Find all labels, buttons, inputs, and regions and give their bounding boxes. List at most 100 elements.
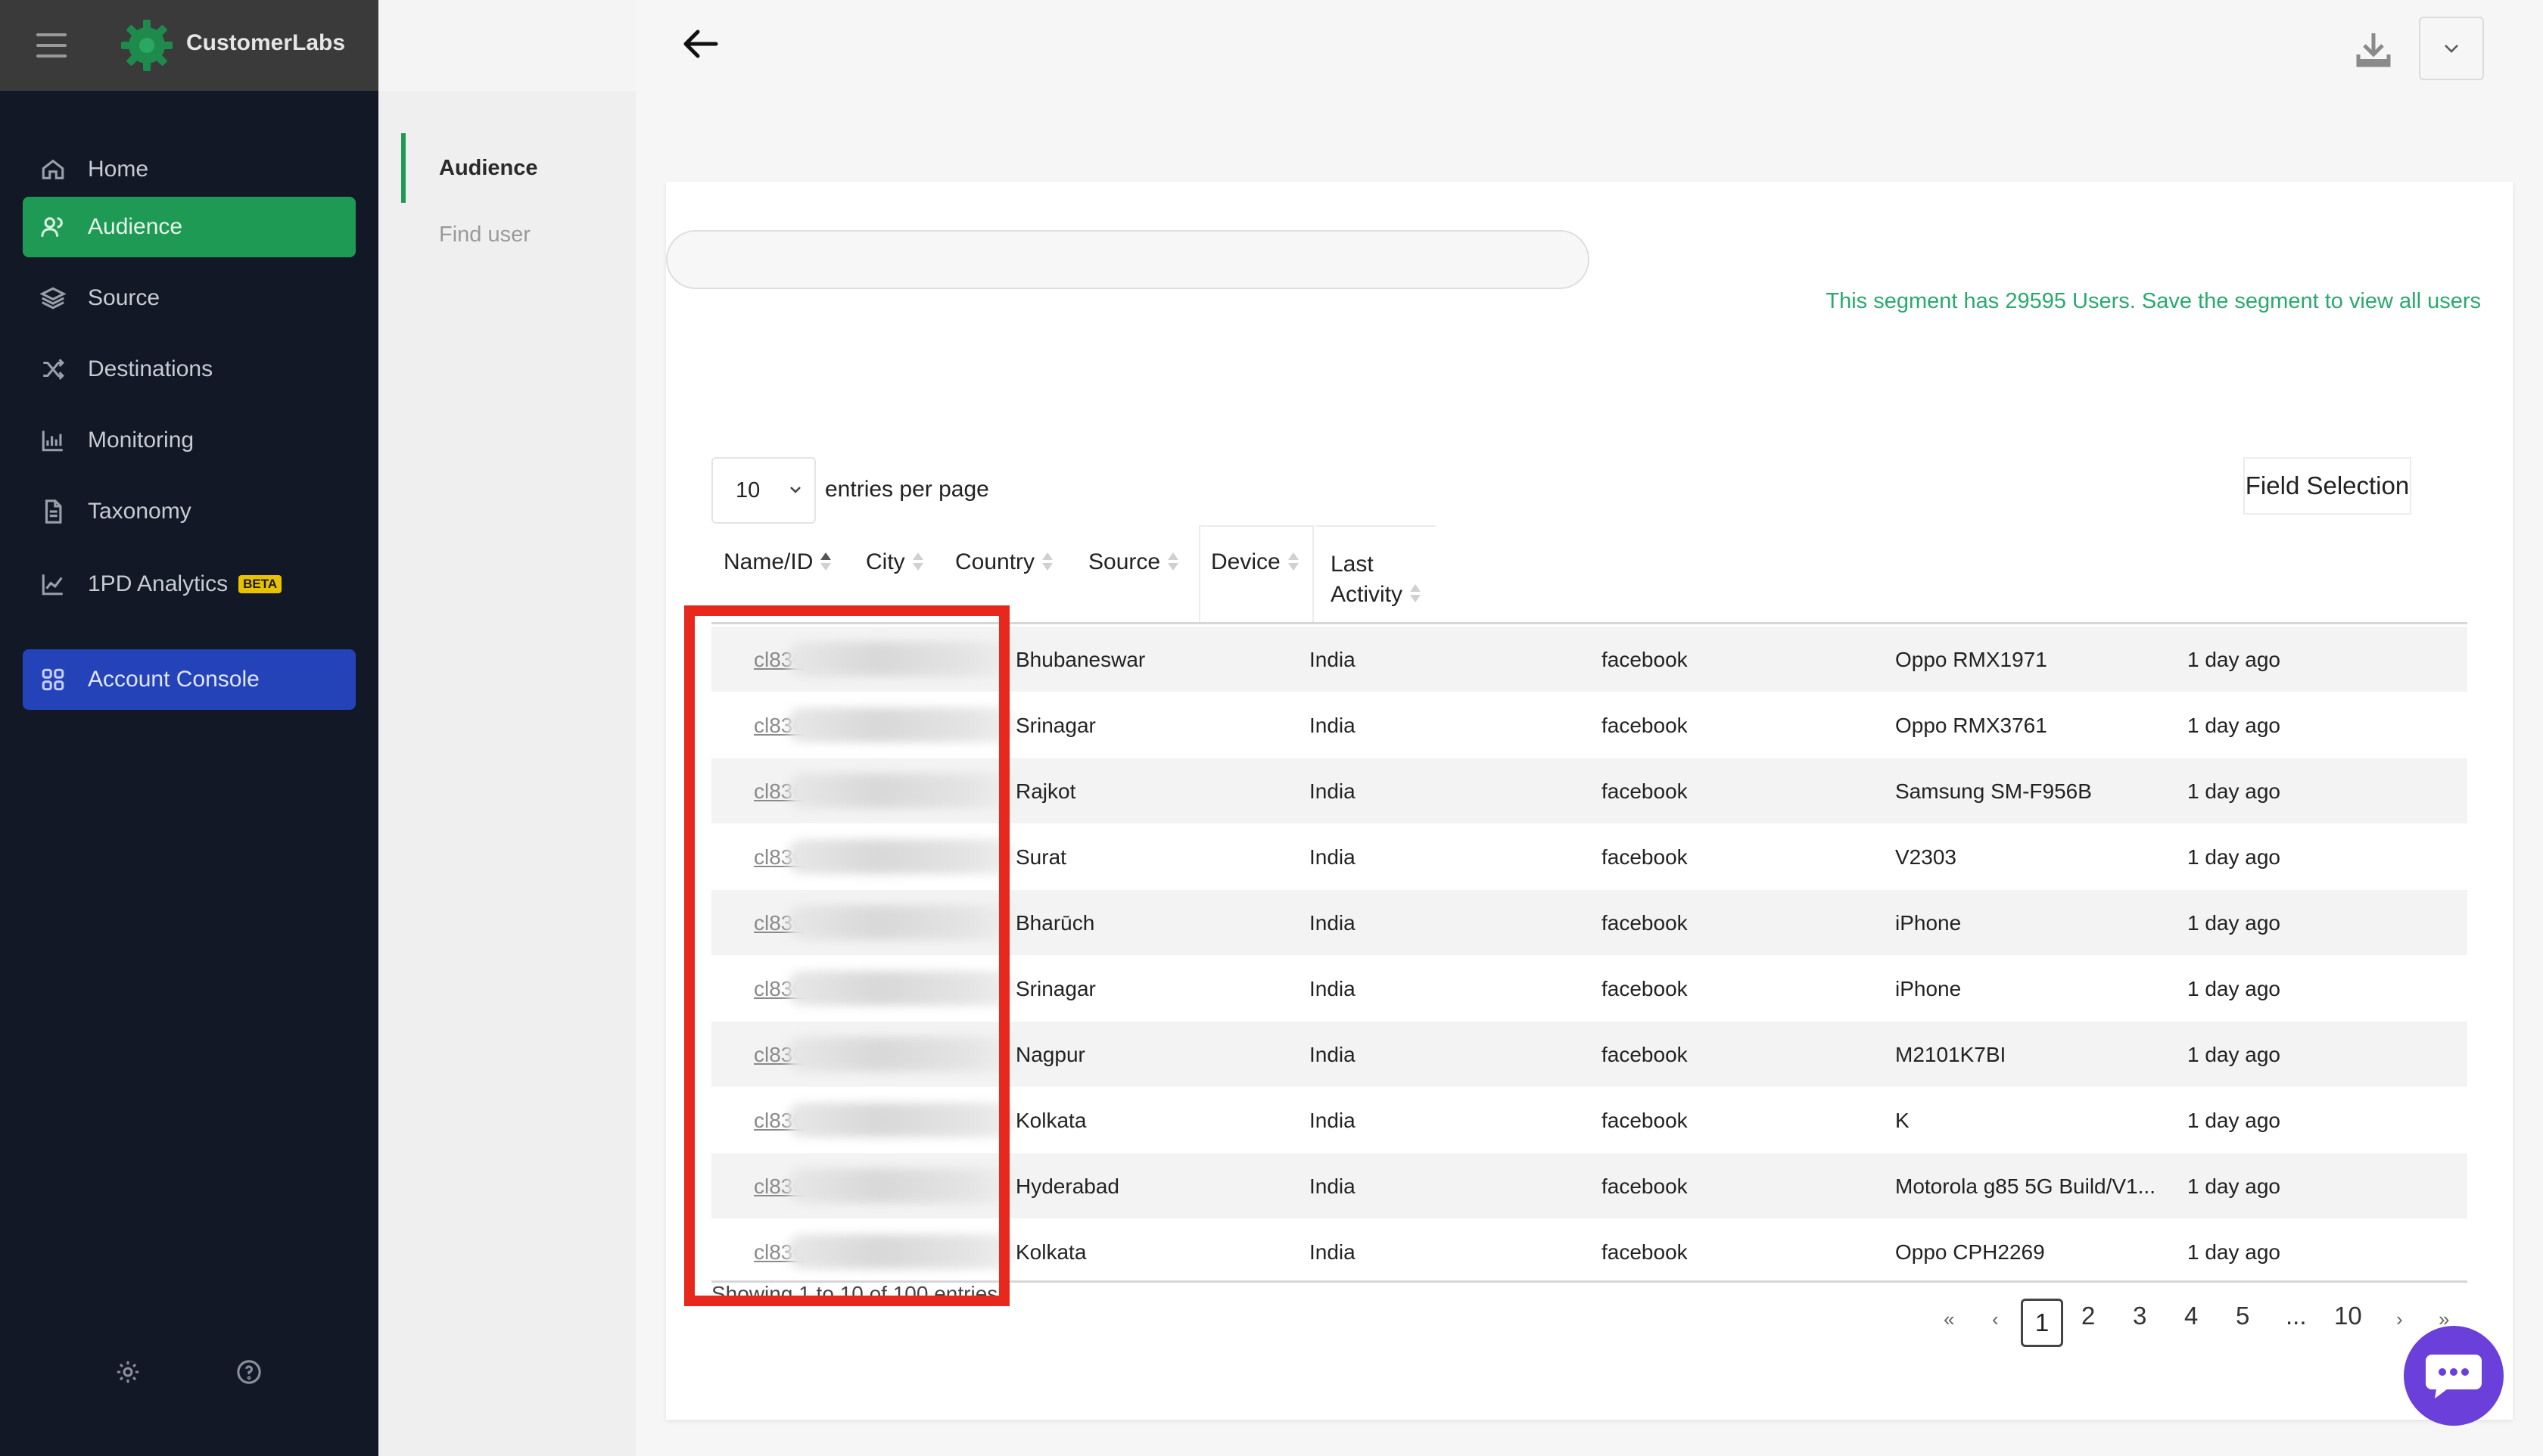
chevron-down-icon [790,487,801,493]
country-cell: India [1309,977,1356,1000]
pagination-ellipsis: ... [2286,1302,2307,1330]
last-activity-cell: 1 day ago [2187,779,2280,803]
last-activity-cell: 1 day ago [2187,648,2280,671]
field-selection-button[interactable]: Field Selection [2243,457,2411,515]
column-header-name-id[interactable]: Name/ID [724,549,832,575]
device-cell: Oppo RMX1971 [1895,648,2047,671]
page-5-button[interactable]: 5 [2236,1302,2249,1330]
download-icon[interactable] [2354,30,2393,70]
device-cell: M2101K7BI [1895,1043,2006,1066]
brand-name: CustomerLabs [186,30,346,55]
line-chart-icon [39,571,67,598]
source-cell: facebook [1601,648,1688,671]
grid-icon [39,666,67,693]
sidebar-item-label: Home [88,157,149,182]
audience-subpanel: Audience Find user [378,91,636,1456]
source-cell: facebook [1601,1109,1688,1132]
help-icon[interactable] [236,1359,266,1389]
sidebar-item-taxonomy[interactable]: Taxonomy [23,481,356,542]
subnav-find-user[interactable]: Find user [439,222,531,247]
segment-note: This segment has 29595 Users. Save the s… [1826,289,2481,313]
column-header-source[interactable]: Source [1088,549,1179,575]
country-cell: India [1309,1109,1356,1132]
sidebar-item-monitoring[interactable]: Monitoring [23,410,356,471]
shuffle-icon [39,356,67,383]
country-cell: India [1309,911,1356,935]
entries-per-page-select[interactable]: 10 [711,457,816,524]
page-4-button[interactable]: 4 [2184,1302,2198,1330]
layers-icon [39,285,67,312]
country-cell: India [1309,714,1356,737]
source-cell: facebook [1601,1043,1688,1066]
back-arrow-icon[interactable] [681,27,719,61]
device-cell: Oppo RMX3761 [1895,714,2047,737]
bar-chart-icon [39,427,67,454]
prev-page-button[interactable]: ‹ [1992,1308,1999,1331]
sidebar-item-label: Taxonomy [88,499,191,524]
country-cell: India [1309,648,1356,671]
options-dropdown-button[interactable] [2419,17,2484,80]
active-indicator [401,133,406,203]
last-activity-cell: 1 day ago [2187,911,2280,935]
sidebar-item-label: Audience [88,214,183,239]
sidebar-item-label: Destinations [88,356,213,381]
next-page-button[interactable]: › [2396,1308,2403,1331]
page-3-button[interactable]: 3 [2133,1302,2146,1330]
device-cell: Motorola g85 5G Build/V1... [1895,1174,2155,1198]
entries-value: 10 [736,478,761,502]
page-1-button[interactable]: 1 [2021,1299,2063,1347]
sidebar-item-destinations[interactable]: Destinations [23,339,356,400]
last-activity-cell: 1 day ago [2187,1174,2280,1198]
sort-icon [1041,551,1054,574]
column-header-device[interactable]: Device [1211,549,1299,575]
chevron-down-icon [2445,45,2458,53]
subnav-audience[interactable]: Audience [439,156,538,181]
last-activity-cell: 1 day ago [2187,1240,2280,1264]
device-cell: K [1895,1109,1910,1132]
highlight-annotation-box [684,605,1010,1306]
sidebar-item-source[interactable]: Source [23,268,356,328]
first-page-button[interactable]: « [1944,1308,1954,1331]
last-activity-cell: 1 day ago [2187,977,2280,1000]
sort-icon [1166,551,1179,574]
sidebar-item-home[interactable]: Home [23,139,356,200]
page-2-button[interactable]: 2 [2081,1302,2095,1330]
column-header-city[interactable]: City [866,549,923,575]
main-content: This segment has 29595 Users. Save the s… [636,0,2543,1456]
sort-icon [1287,551,1299,574]
hamburger-menu-icon[interactable] [36,33,67,58]
source-cell: facebook [1601,779,1688,803]
city-cell: Kolkata [1016,1240,1087,1264]
beta-badge: BETA [238,575,282,593]
sort-icon [1408,583,1421,605]
settings-icon[interactable] [115,1359,145,1389]
entries-label: entries per page [825,477,989,502]
customerlabs-logo-icon [121,20,173,71]
last-activity-cell: 1 day ago [2187,845,2280,869]
home-icon [39,156,67,183]
country-cell: India [1309,845,1356,869]
source-cell: facebook [1601,845,1688,869]
city-cell: Rajkot [1016,779,1076,803]
account-console-button[interactable]: Account Console [23,649,356,710]
city-cell: Bhubaneswar [1016,648,1146,671]
country-cell: India [1309,779,1356,803]
country-cell: India [1309,1174,1356,1198]
column-header-country[interactable]: Country [955,549,1054,575]
sidebar-item-label: Source [88,285,160,310]
sidebar-item-1pd-analytics[interactable]: 1PD Analytics BETA [23,554,356,614]
sidebar-item-label: 1PD Analytics [88,571,229,596]
last-activity-cell: 1 day ago [2187,1043,2280,1066]
sort-icon [911,551,923,574]
sidebar-item-audience[interactable]: Audience [23,197,356,257]
last-activity-cell: 1 day ago [2187,1109,2280,1132]
source-cell: facebook [1601,911,1688,935]
last-activity-cell: 1 day ago [2187,714,2280,737]
search-input[interactable] [666,230,1589,289]
page-10-button[interactable]: 10 [2334,1302,2362,1330]
device-cell: Samsung SM-F956B [1895,779,2092,803]
column-header-last-activity[interactable]: Last Activity [1331,549,1421,610]
chat-icon [2426,1355,2482,1398]
city-cell: Bharūch [1016,911,1095,935]
chat-widget-button[interactable] [2404,1326,2504,1426]
